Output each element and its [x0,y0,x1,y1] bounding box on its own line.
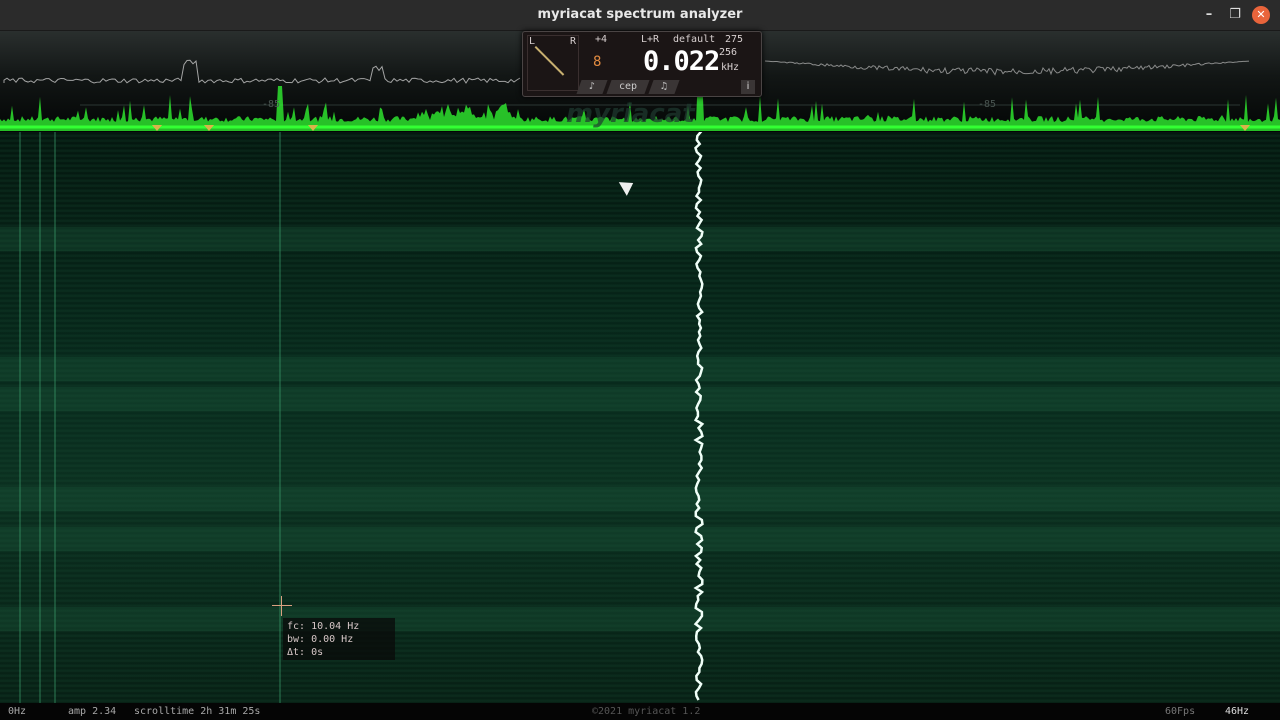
frequency-readout: 0.022 [643,46,720,77]
gain-value[interactable]: +4 [595,34,607,45]
preset-name[interactable]: default [673,34,715,45]
copyright: ©2021 myriacat 1.2 [592,706,701,717]
scrolltime: scrolltime 2h 31m 25s [134,706,261,717]
watermark-logo: myriacat [566,99,695,129]
music-tab[interactable]: ♫ [648,80,680,94]
waveform-trace [3,59,521,84]
waterfall-band [0,387,1280,411]
waterfall-band [0,527,1280,551]
center-frequency: fc: 10.04 Hz [287,621,360,632]
amp-value: amp 2.34 [68,706,117,717]
cep-tab[interactable]: cep [606,80,650,94]
maximize-button[interactable]: ❐ [1226,6,1244,24]
cep-tab-label: cep [619,81,638,92]
waterfall-spectrogram[interactable] [0,132,1280,703]
minimize-button[interactable]: – [1200,6,1218,24]
channel-mode[interactable]: L+R [641,34,659,45]
waterfall-band [0,487,1280,511]
channel-digit: 8 [593,54,602,70]
meter-needle [534,46,565,76]
window-title: myriacat spectrum analyzer [537,7,743,22]
oscilloscope-trace [764,60,1250,76]
top-value: 275 [725,34,744,45]
db-level-label: -85 [978,99,997,110]
note-icon: ♪ [589,81,596,92]
stereo-meter: L R [527,35,579,91]
waterfall-band [0,357,1280,381]
fps: 60Fps [1165,706,1196,717]
meter-left-label: L [529,36,536,47]
control-panel: L R +4 L+R default 275 256 kHz 8 0.022 ♪… [522,31,762,97]
note-tab[interactable]: ♪ [576,80,608,94]
music-icon: ♫ [661,81,668,92]
title-bar: myriacat spectrum analyzer – ❐ ✕ [0,0,1280,31]
cursor-readout: fc: 10.04 Hz bw: 0.00 Hz Δt: 0s [283,618,395,660]
bandwidth: bw: 0.00 Hz [287,634,354,645]
fft-size[interactable]: 256 [719,47,737,58]
left-frequency: 0Hz [8,706,27,717]
meter-right-label: R [570,36,577,47]
waterfall-traces [0,132,1280,703]
delta-time: Δt: 0s [287,647,324,658]
close-button[interactable]: ✕ [1252,6,1270,24]
frequency-unit: kHz [721,62,740,73]
status-bar: 0Hz amp 2.34 scrolltime 2h 31m 25s ©2021… [0,703,1280,720]
crosshair-icon [272,596,292,616]
info-button[interactable]: i [741,80,755,94]
waterfall-band [0,607,1280,631]
waterfall-band [0,227,1280,251]
db-level-label: -85 [262,99,281,110]
right-frequency: 46Hz [1225,706,1250,717]
